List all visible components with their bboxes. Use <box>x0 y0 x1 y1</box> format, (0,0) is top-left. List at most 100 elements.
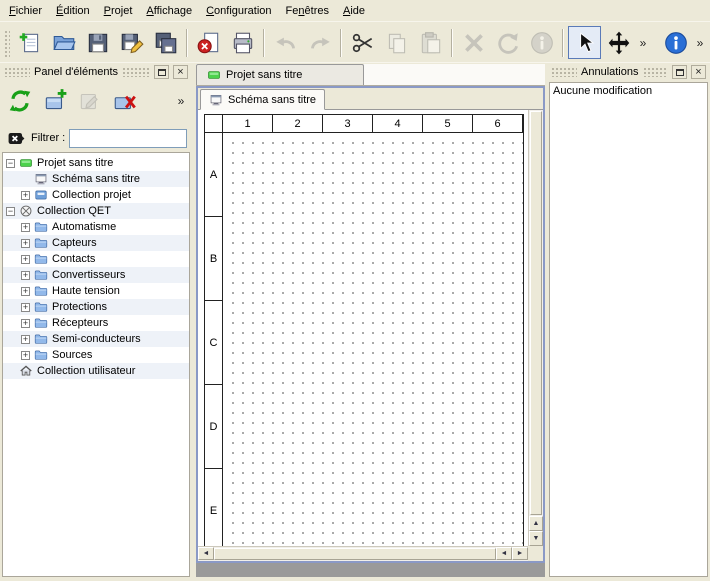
scroll-left-button-2[interactable]: ◄ <box>496 547 512 560</box>
expander-icon[interactable]: + <box>21 351 30 360</box>
grid-dots-area[interactable] <box>224 134 523 553</box>
folder-icon <box>34 300 48 314</box>
save-as-icon <box>119 30 145 56</box>
scissors-icon <box>350 30 376 56</box>
scroll-right-button[interactable]: ► <box>512 547 528 560</box>
tree-item[interactable]: + Semi-conducteurs <box>3 331 189 347</box>
menu-edition[interactable]: Édition <box>49 0 97 21</box>
horizontal-scrollbar-thumb[interactable] <box>214 548 496 560</box>
save-button[interactable] <box>81 26 114 59</box>
collections-toolbar-overflow-button[interactable]: » <box>174 86 188 116</box>
dock-grip[interactable] <box>643 67 669 77</box>
toolbar-grip[interactable] <box>3 29 10 57</box>
menu-aide[interactable]: Aide <box>336 0 372 21</box>
paste-button[interactable] <box>414 26 447 59</box>
scroll-down-button[interactable]: ▼ <box>529 531 543 546</box>
tab-schema-sans-titre[interactable]: Schéma sans titre <box>200 89 325 110</box>
clear-filter-button[interactable] <box>5 128 27 148</box>
copy-button[interactable] <box>380 26 413 59</box>
menu-projet[interactable]: Projet <box>97 0 140 21</box>
diagram-sheet[interactable]: 1 2 3 4 5 6 A B C D E <box>204 114 524 554</box>
expander-icon[interactable]: + <box>21 223 30 232</box>
cut-button[interactable] <box>346 26 379 59</box>
edit-element-button[interactable] <box>74 85 106 117</box>
select-tool-button[interactable] <box>568 26 601 59</box>
tree-item[interactable]: − Projet sans titre <box>3 155 189 171</box>
close-file-button[interactable] <box>192 26 225 59</box>
home-icon <box>19 364 33 378</box>
vertical-scrollbar[interactable]: ▲ ▼ <box>528 110 543 546</box>
column-header: 1 <box>223 115 273 133</box>
dock-grip[interactable] <box>122 67 150 77</box>
expander-icon[interactable]: − <box>6 159 15 168</box>
new-document-button[interactable] <box>13 26 46 59</box>
expander-icon[interactable]: + <box>21 191 30 200</box>
tab-projet-sans-titre[interactable]: Projet sans titre <box>196 64 364 85</box>
delete-element-button[interactable] <box>109 85 141 117</box>
expander-icon[interactable]: + <box>21 303 30 312</box>
tree-item[interactable]: + Convertisseurs <box>3 267 189 283</box>
expander-icon[interactable]: − <box>6 207 15 216</box>
tree-item[interactable]: + Sources <box>3 347 189 363</box>
new-element-button[interactable] <box>39 85 71 117</box>
tree-item[interactable]: Collection utilisateur <box>3 363 189 379</box>
tree-item[interactable]: + Protections <box>3 299 189 315</box>
tree-item[interactable]: + Contacts <box>3 251 189 267</box>
tree-item[interactable]: + Récepteurs <box>3 315 189 331</box>
close-dock-button[interactable]: × <box>173 65 188 79</box>
row-header: C <box>205 301 223 385</box>
menu-fenetres[interactable]: Fenêtres <box>279 0 336 21</box>
tree-item[interactable]: Schéma sans titre <box>3 171 189 187</box>
element-tree[interactable]: − Projet sans titre Schéma sans titre + … <box>2 152 190 577</box>
scroll-left-button[interactable]: ◄ <box>198 547 214 560</box>
print-button[interactable] <box>226 26 259 59</box>
undo-history-list[interactable]: Aucune modification <box>549 82 708 577</box>
toolbar-overflow-button[interactable]: » <box>636 28 650 58</box>
diagram-canvas-viewport: 1 2 3 4 5 6 A B C D E ▲ ▼ <box>198 110 543 561</box>
expander-icon[interactable]: + <box>21 271 30 280</box>
elements-panel-titlebar[interactable]: Panel d'éléments × <box>2 64 190 80</box>
float-dock-button[interactable] <box>672 65 687 79</box>
expander-icon[interactable]: + <box>21 319 30 328</box>
undo-dock-titlebar[interactable]: Annulations × <box>549 64 708 80</box>
redo-button[interactable] <box>303 26 336 59</box>
expander-icon[interactable]: + <box>21 255 30 264</box>
tree-item[interactable]: + Collection projet <box>3 187 189 203</box>
reload-collections-button[interactable] <box>4 85 36 117</box>
delete-button[interactable] <box>457 26 490 59</box>
menu-affichage[interactable]: Affichage <box>139 0 199 21</box>
toolbar-separator <box>263 29 265 57</box>
tree-item[interactable]: − Collection QET <box>3 203 189 219</box>
undo-button[interactable] <box>269 26 302 59</box>
menu-fichier[interactable]: Fichier <box>2 0 49 21</box>
tree-item[interactable]: + Haute tension <box>3 283 189 299</box>
open-project-button[interactable] <box>47 26 80 59</box>
tree-item[interactable]: + Automatisme <box>3 219 189 235</box>
toolbar-overflow-button-2[interactable]: » <box>693 28 707 58</box>
expander-icon[interactable]: + <box>21 287 30 296</box>
save-all-button[interactable] <box>149 26 182 59</box>
elements-panel-dock: Panel d'éléments × » Filtrer : − Projet … <box>2 64 190 577</box>
expander-icon[interactable]: + <box>21 335 30 344</box>
scroll-up-button[interactable]: ▲ <box>529 516 543 531</box>
filter-input[interactable] <box>69 129 187 148</box>
vertical-scrollbar-thumb[interactable] <box>530 111 542 515</box>
float-icon <box>676 69 684 76</box>
tree-item-label: Haute tension <box>52 285 120 297</box>
printer-icon <box>230 30 256 56</box>
expander-icon[interactable]: + <box>21 239 30 248</box>
move-tool-button[interactable] <box>602 26 635 59</box>
open-folder-icon <box>51 30 77 56</box>
rotate-button[interactable] <box>491 26 524 59</box>
float-dock-button[interactable] <box>154 65 169 79</box>
tree-item[interactable]: + Capteurs <box>3 235 189 251</box>
properties-button[interactable] <box>525 26 558 59</box>
dock-grip[interactable] <box>4 67 30 77</box>
save-as-button[interactable] <box>115 26 148 59</box>
about-button[interactable] <box>659 26 692 59</box>
dock-grip[interactable] <box>551 67 577 77</box>
tree-item-label: Protections <box>52 301 107 313</box>
close-dock-button[interactable]: × <box>691 65 706 79</box>
horizontal-scrollbar[interactable]: ◄ ◄ ► <box>198 546 528 561</box>
menu-configuration[interactable]: Configuration <box>199 0 278 21</box>
